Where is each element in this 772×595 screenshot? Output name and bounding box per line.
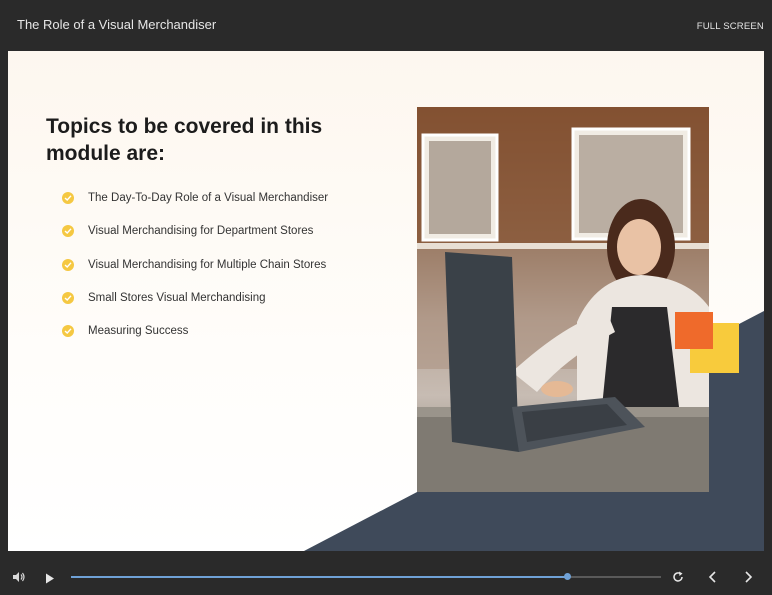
check-icon — [62, 192, 74, 204]
previous-icon[interactable] — [708, 570, 716, 588]
progress-bar[interactable] — [71, 573, 661, 580]
check-icon — [62, 291, 74, 304]
next-icon[interactable] — [745, 570, 753, 588]
fullscreen-button[interactable]: FULL SCREEN — [697, 21, 764, 32]
player-controls — [0, 552, 772, 595]
course-title: The Role of a Visual Merchandiser — [17, 17, 217, 32]
top-bar: The Role of a Visual Merchandiser FULL S… — [0, 0, 772, 50]
slide-canvas: Topics to be covered in this module are:… — [8, 51, 764, 551]
topic-label: The Day-To-Day Role of a Visual Merchand… — [88, 192, 329, 204]
slide-heading: Topics to be covered in this module are: — [46, 115, 323, 165]
progress-handle[interactable] — [563, 573, 571, 580]
photo-woman-laptop — [417, 107, 709, 492]
replay-icon[interactable] — [672, 570, 684, 588]
play-icon[interactable] — [45, 571, 55, 589]
volume-icon[interactable] — [12, 570, 26, 588]
progress-fill — [71, 576, 567, 578]
check-icon — [62, 258, 74, 271]
topic-label: Small Stores Visual Merchandising — [88, 291, 266, 304]
topic-label: Measuring Success — [88, 325, 189, 338]
topic-label: Visual Merchandising for Multiple Chain … — [88, 258, 327, 271]
topic-label: Visual Merchandising for Department Stor… — [88, 225, 314, 238]
orange-accent-square-front — [675, 312, 713, 349]
